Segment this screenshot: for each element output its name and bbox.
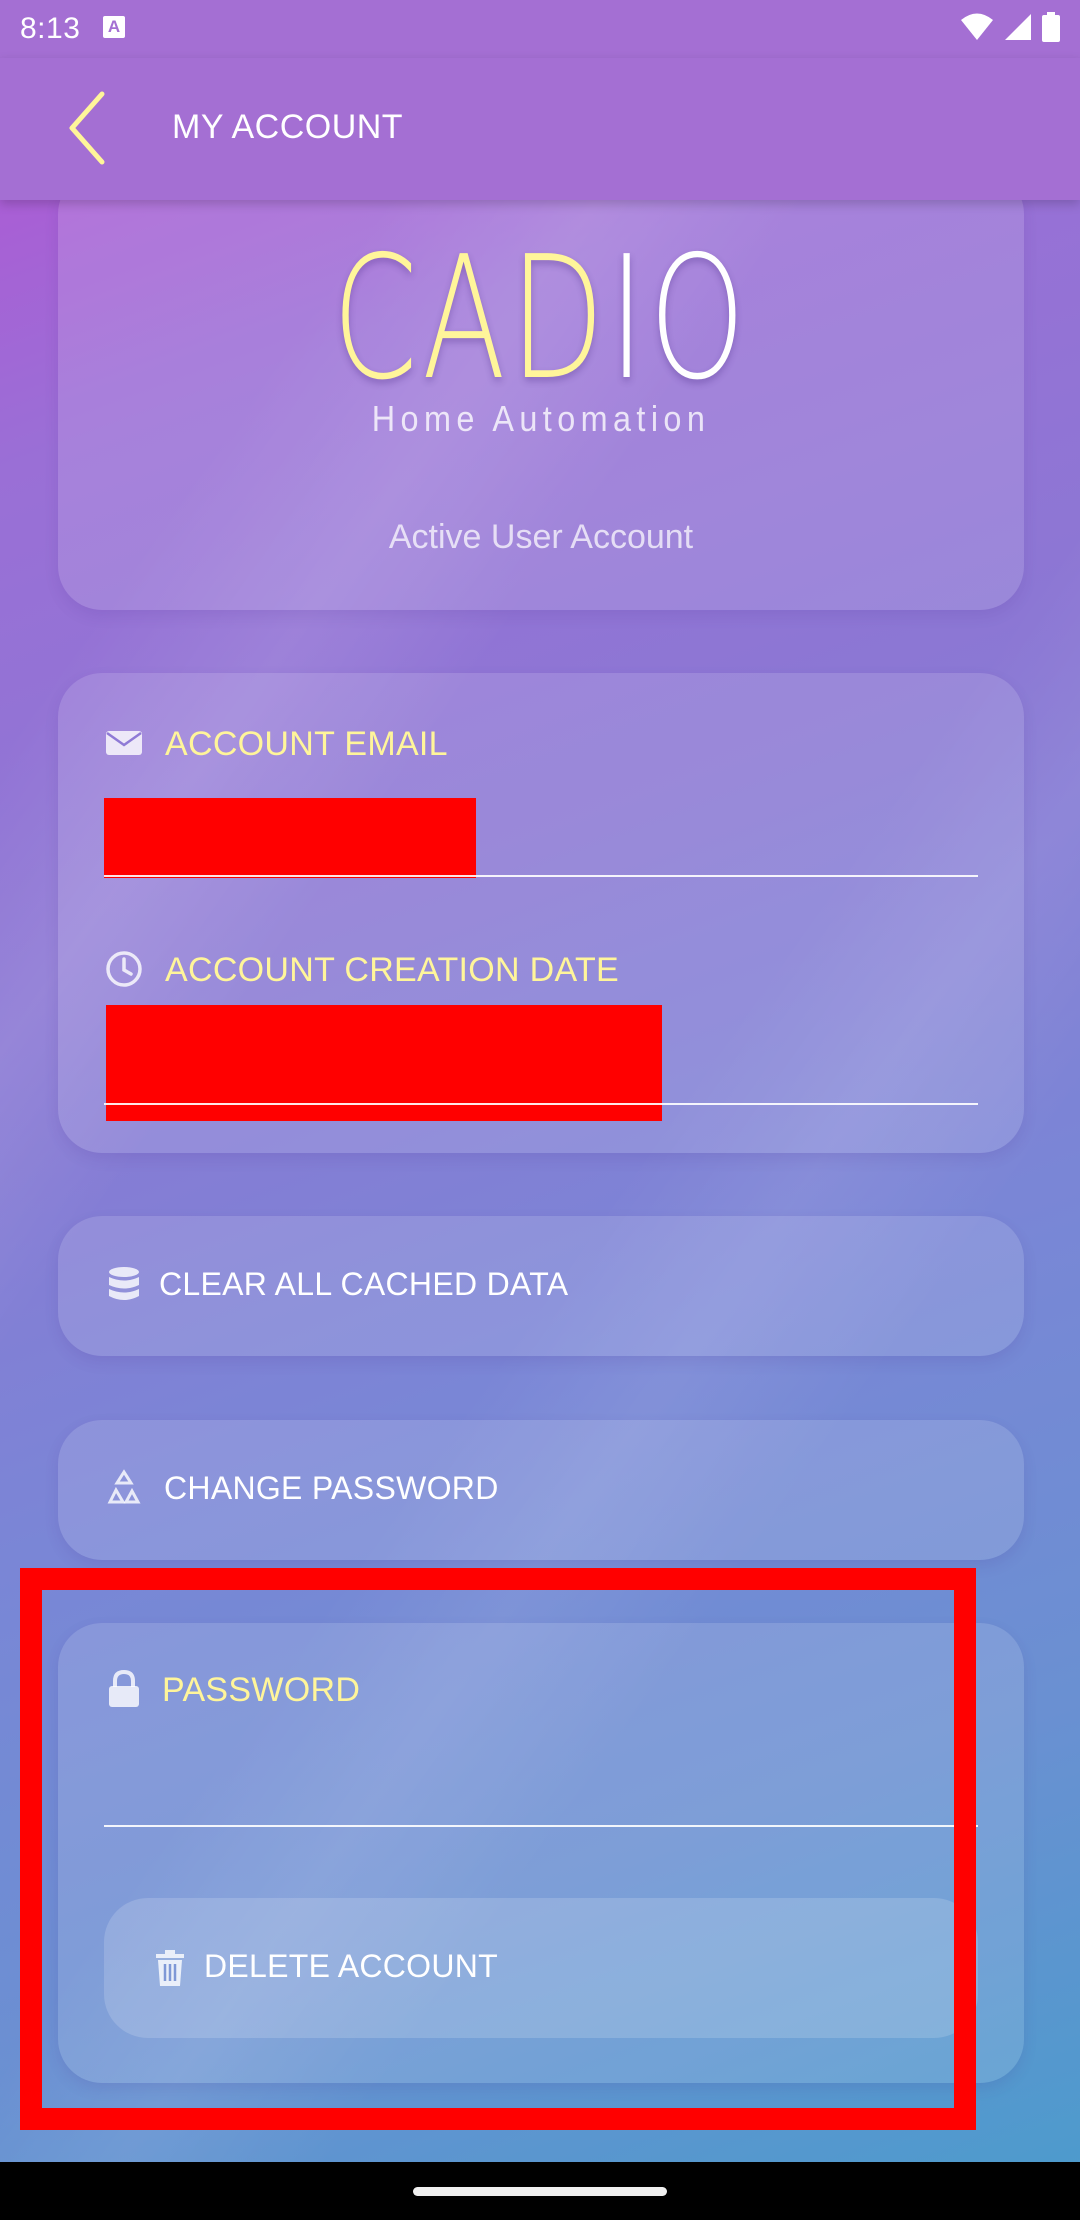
email-label: ACCOUNT EMAIL [165,725,448,763]
recycle-icon [107,1469,141,1504]
back-button[interactable] [58,88,128,168]
page-title: MY ACCOUNT [172,108,404,146]
battery-icon [1042,12,1060,42]
logo-tagline: Home Automation [371,398,711,439]
status-bar: 8:13 A [0,0,1080,58]
clock-icon [106,951,142,987]
app-logo: CADIO [193,220,889,418]
back-chevron-icon [69,91,105,165]
creation-date-label: ACCOUNT CREATION DATE [165,951,619,989]
navigation-bar [0,2162,1080,2220]
email-field-underline [104,875,978,877]
highlight-box [20,1568,976,2130]
app-bar: MY ACCOUNT [0,58,1080,200]
logo-part-2: IO [608,220,750,418]
wifi-icon [961,13,993,40]
header-card: CADIO Home Automation Active User Accoun… [58,170,1024,610]
account-status: Active User Account [388,518,694,556]
status-icons [960,12,1060,42]
status-time: 8:13 [20,12,81,45]
home-handle[interactable] [413,2187,667,2196]
email-value-redacted [104,798,476,878]
account-info-card: ACCOUNT EMAIL ACCOUNT CREATION DATE [58,673,1024,1153]
creation-date-field-underline [104,1103,978,1105]
notification-icon: A [103,16,125,38]
signal-icon [1005,14,1031,40]
logo-part-1: CAD [332,220,609,418]
database-icon [109,1267,139,1300]
change-password-label: CHANGE PASSWORD [164,1470,499,1506]
clear-cache-button[interactable]: CLEAR ALL CACHED DATA [58,1216,1024,1356]
clear-cache-label: CLEAR ALL CACHED DATA [159,1266,569,1302]
change-password-button[interactable]: CHANGE PASSWORD [58,1420,1024,1560]
envelope-icon [106,731,142,755]
